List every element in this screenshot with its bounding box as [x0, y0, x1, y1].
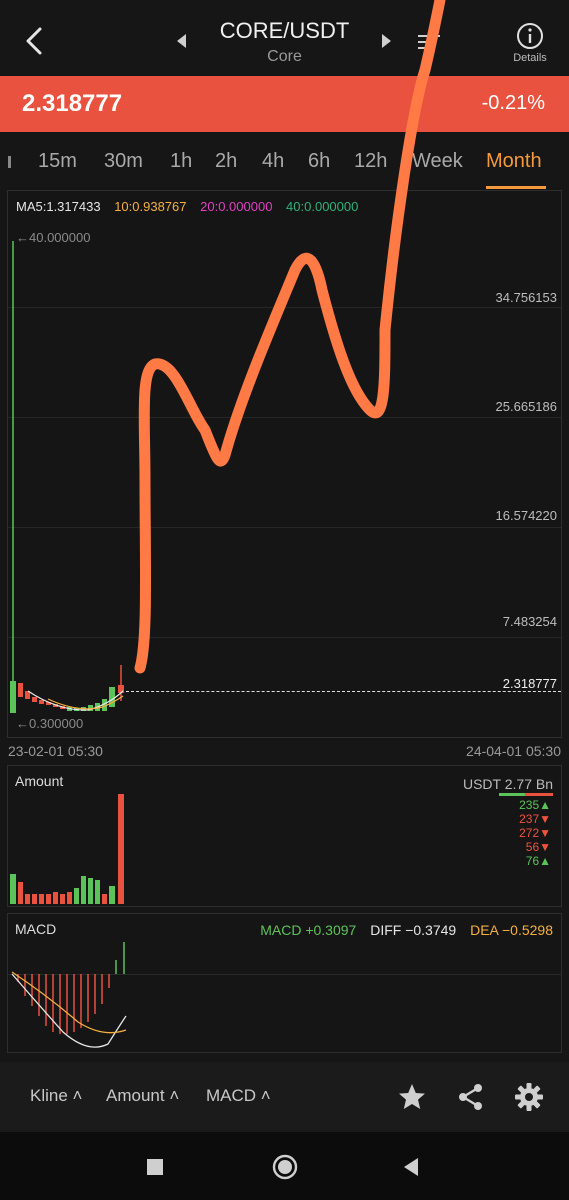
last-price: 2.318777: [22, 90, 123, 117]
amount-bar: [74, 888, 79, 904]
amount-bar: [10, 874, 16, 904]
candle: [10, 681, 16, 713]
star-icon[interactable]: [397, 1082, 427, 1112]
kline-chart-panel[interactable]: MA5:1.317433 10:0.938767 20:0.000000 40:…: [7, 190, 562, 738]
info-icon: [517, 23, 543, 49]
amount-label: Amount: [106, 1086, 165, 1105]
amount-bar: [81, 876, 86, 904]
amount-bar: [88, 878, 93, 904]
candle: [18, 683, 23, 697]
candle: [118, 685, 124, 693]
macd-svg: [11, 942, 127, 1048]
amount-bar: [18, 882, 23, 904]
macd-histogram: [17, 974, 110, 1034]
chevron-up-icon: ˄: [260, 1086, 271, 1105]
tab-12h[interactable]: 12h: [354, 150, 387, 173]
details-button[interactable]: Details: [506, 20, 554, 68]
kline-label: Kline: [30, 1086, 68, 1105]
amount-bar: [118, 794, 124, 904]
amount-bar: [46, 894, 51, 904]
share-icon[interactable]: [456, 1082, 486, 1112]
amount-panel[interactable]: Amount USDT 2.77 Bn 235▲ 237▼ 272▼ 56▼ 7…: [7, 765, 562, 907]
amount-bar: [32, 894, 37, 904]
scroll-edge-tab[interactable]: [8, 156, 11, 168]
next-pair-icon[interactable]: [378, 32, 394, 50]
amount-selector[interactable]: Amount ˄: [106, 1086, 179, 1106]
kline-selector[interactable]: Kline ˄: [30, 1086, 82, 1106]
macd-label: MACD: [206, 1086, 257, 1105]
back-icon[interactable]: [396, 1152, 426, 1182]
amount-bar: [67, 892, 72, 904]
active-tab-indicator: [486, 186, 546, 189]
recents-icon[interactable]: [140, 1152, 170, 1182]
price-bar: 2.318777 -0.21%: [0, 76, 569, 132]
macd-panel[interactable]: MACD MACD +0.3097 DIFF −0.3749 DEA −0.52…: [7, 913, 562, 1053]
tab-1h[interactable]: 1h: [170, 150, 192, 173]
amount-bar: [39, 894, 44, 904]
macd-selector[interactable]: MACD ˄: [206, 1086, 271, 1106]
amount-bar: [95, 880, 100, 904]
header-bar: CORE/USDT Core Details: [0, 0, 569, 76]
amount-bar: [25, 894, 30, 904]
pair-title[interactable]: CORE/USDT: [0, 18, 569, 44]
amount-bar: [53, 892, 58, 904]
candle: [32, 697, 37, 702]
tab-15m[interactable]: 15m: [38, 150, 77, 173]
tab-4h[interactable]: 4h: [262, 150, 284, 173]
bottom-toolbar: Kline ˄ Amount ˄ MACD ˄: [0, 1062, 569, 1132]
tab-6h[interactable]: 6h: [308, 150, 330, 173]
chevron-up-icon: ˄: [169, 1086, 180, 1105]
price-change: -0.21%: [481, 92, 545, 114]
amount-bar: [102, 894, 107, 904]
tab-week[interactable]: Week: [412, 150, 463, 173]
candlestick-svg: [10, 241, 124, 713]
interval-tabs: [0, 132, 569, 188]
amount-bar: [109, 886, 115, 904]
gear-icon[interactable]: [514, 1082, 544, 1112]
x-axis-start-date: 23-02-01 05:30: [8, 743, 103, 759]
x-axis-end-date: 24-04-01 05:30: [466, 743, 561, 759]
chevron-up-icon: ˄: [72, 1086, 83, 1105]
home-icon[interactable]: [270, 1152, 300, 1182]
system-nav-bar: [0, 1132, 569, 1200]
amount-bar: [60, 894, 65, 904]
candle: [39, 700, 44, 704]
pair-subtitle: Core: [267, 48, 302, 65]
list-menu-icon[interactable]: [418, 34, 440, 50]
tab-month[interactable]: Month: [486, 150, 542, 173]
tab-30m[interactable]: 30m: [104, 150, 143, 173]
tab-2h[interactable]: 2h: [215, 150, 237, 173]
amount-bars-svg: [10, 794, 124, 904]
details-label: Details: [513, 52, 547, 64]
